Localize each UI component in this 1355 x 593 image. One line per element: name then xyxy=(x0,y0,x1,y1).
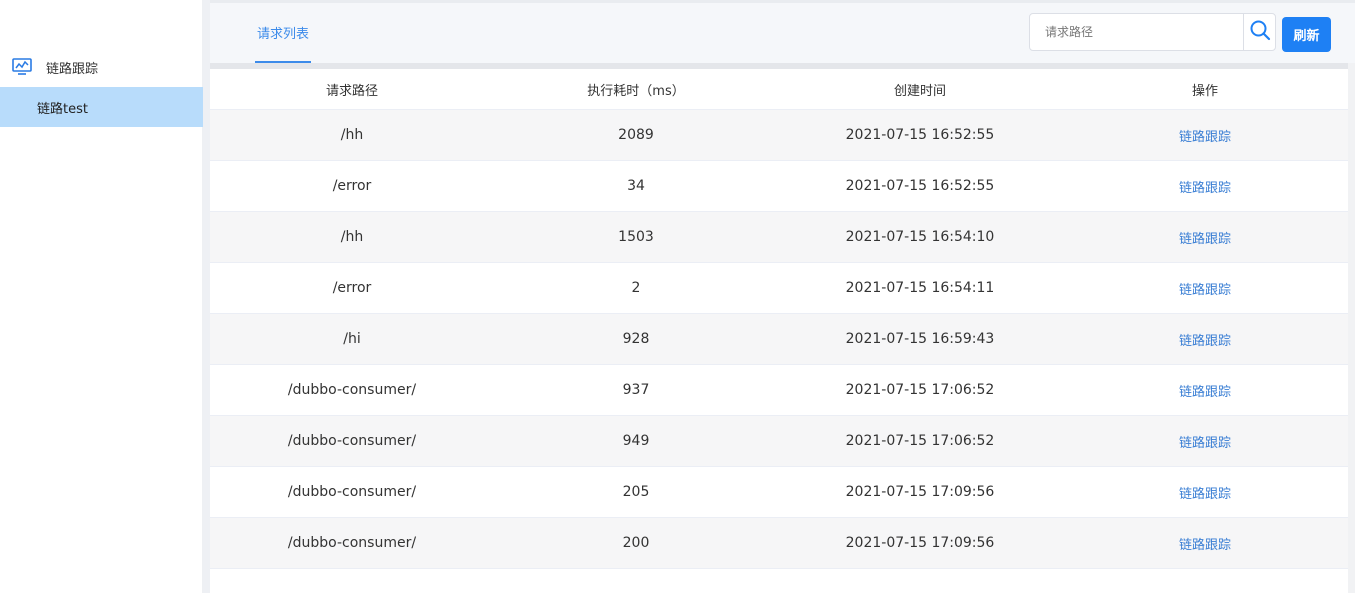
cell-created: 2021-07-15 16:52:55 xyxy=(845,127,995,143)
sidebar-item-trace-test[interactable]: 链路test xyxy=(0,87,203,127)
cell-created: 2021-07-15 17:06:52 xyxy=(845,382,995,398)
table-row: /dubbo-consumer/ 949 2021-07-15 17:06:52… xyxy=(210,416,1348,467)
trace-link[interactable]: 链路跟踪 xyxy=(1179,483,1231,502)
cell-action: 链路跟踪 xyxy=(1062,467,1348,517)
cell-created: 2021-07-15 17:06:52 xyxy=(845,433,995,449)
cell-path: /dubbo-consumer/ xyxy=(287,433,417,449)
sidebar-group-trace[interactable]: 链路跟踪 xyxy=(0,50,203,84)
header-action: 操作 xyxy=(1191,83,1218,99)
app-root: 链路跟踪 链路test 请求列表 刷新 xyxy=(0,0,1355,593)
cell-created: 2021-07-15 16:54:10 xyxy=(845,229,995,245)
table-row: /error 34 2021-07-15 16:52:55 链路跟踪 xyxy=(210,161,1348,212)
trace-link[interactable]: 链路跟踪 xyxy=(1179,126,1231,145)
refresh-button[interactable]: 刷新 xyxy=(1282,17,1331,52)
cell-duration: 34 xyxy=(627,178,645,194)
request-table: 请求路径 执行耗时（ms） 创建时间 操作 /hh 2089 2021-07-1… xyxy=(210,69,1348,569)
cell-duration: 937 xyxy=(622,382,650,398)
cell-action: 链路跟踪 xyxy=(1062,314,1348,364)
cell-created: 2021-07-15 16:54:11 xyxy=(845,280,995,296)
cell-created: 2021-07-15 17:09:56 xyxy=(845,535,995,551)
cell-path: /hi xyxy=(343,331,361,347)
sidebar: 链路跟踪 链路test xyxy=(0,0,203,593)
cell-duration: 1503 xyxy=(618,229,654,245)
table-row: /dubbo-consumer/ 205 2021-07-15 17:09:56… xyxy=(210,467,1348,518)
search-input[interactable] xyxy=(1030,14,1243,50)
cell-action: 链路跟踪 xyxy=(1062,416,1348,466)
cell-path: /error xyxy=(332,178,372,194)
cell-action: 链路跟踪 xyxy=(1062,110,1348,160)
table-row: /error 2 2021-07-15 16:54:11 链路跟踪 xyxy=(210,263,1348,314)
cell-path: /hh xyxy=(340,229,364,245)
cell-duration: 928 xyxy=(622,331,650,347)
cell-action: 链路跟踪 xyxy=(1062,161,1348,211)
header-path: 请求路径 xyxy=(325,83,378,99)
cell-created: 2021-07-15 17:09:56 xyxy=(845,484,995,500)
trace-link[interactable]: 链路跟踪 xyxy=(1179,279,1231,298)
cell-duration: 2 xyxy=(631,280,641,296)
cell-duration: 200 xyxy=(622,535,650,551)
sidebar-group-label: 链路跟踪 xyxy=(46,61,99,77)
cell-action: 链路跟踪 xyxy=(1062,212,1348,262)
table-row: /dubbo-consumer/ 200 2021-07-15 17:09:56… xyxy=(210,518,1348,569)
sidebar-gutter xyxy=(203,0,210,593)
trace-link[interactable]: 链路跟踪 xyxy=(1179,381,1231,400)
cell-duration: 2089 xyxy=(618,127,654,143)
trace-link[interactable]: 链路跟踪 xyxy=(1179,330,1231,349)
cell-path: /dubbo-consumer/ xyxy=(287,484,417,500)
table-row: /hi 928 2021-07-15 16:59:43 链路跟踪 xyxy=(210,314,1348,365)
cell-path: /hh xyxy=(340,127,364,143)
toolbar: 请求列表 刷新 xyxy=(210,0,1355,63)
monitor-chart-icon xyxy=(12,58,32,76)
search-box xyxy=(1029,13,1276,51)
cell-path: /error xyxy=(332,280,372,296)
table-row: /dubbo-consumer/ 937 2021-07-15 17:06:52… xyxy=(210,365,1348,416)
header-duration: 执行耗时（ms） xyxy=(587,83,685,99)
cell-path: /dubbo-consumer/ xyxy=(287,382,417,398)
table-row: /hh 2089 2021-07-15 16:52:55 链路跟踪 xyxy=(210,110,1348,161)
cell-duration: 949 xyxy=(622,433,650,449)
search-icon xyxy=(1249,19,1271,45)
cell-action: 链路跟踪 xyxy=(1062,365,1348,415)
cell-duration: 205 xyxy=(622,484,650,500)
search-button[interactable] xyxy=(1243,14,1275,50)
cell-action: 链路跟踪 xyxy=(1062,263,1348,313)
cell-created: 2021-07-15 16:52:55 xyxy=(845,178,995,194)
scrollbar-track[interactable] xyxy=(1348,63,1355,593)
cell-path: /dubbo-consumer/ xyxy=(287,535,417,551)
table-row: /hh 1503 2021-07-15 16:54:10 链路跟踪 xyxy=(210,212,1348,263)
cell-action: 链路跟踪 xyxy=(1062,518,1348,568)
table-header: 请求路径 执行耗时（ms） 创建时间 操作 xyxy=(210,69,1348,110)
trace-link[interactable]: 链路跟踪 xyxy=(1179,177,1231,196)
main-content: 请求列表 刷新 请求路径 执行耗时（ms） xyxy=(210,0,1355,593)
sidebar-item-label: 链路test xyxy=(37,101,88,117)
tab-request-list[interactable]: 请求列表 xyxy=(255,3,311,63)
cell-created: 2021-07-15 16:59:43 xyxy=(845,331,995,347)
trace-link[interactable]: 链路跟踪 xyxy=(1179,228,1231,247)
header-created: 创建时间 xyxy=(893,83,946,99)
trace-link[interactable]: 链路跟踪 xyxy=(1179,432,1231,451)
trace-link[interactable]: 链路跟踪 xyxy=(1179,534,1231,553)
